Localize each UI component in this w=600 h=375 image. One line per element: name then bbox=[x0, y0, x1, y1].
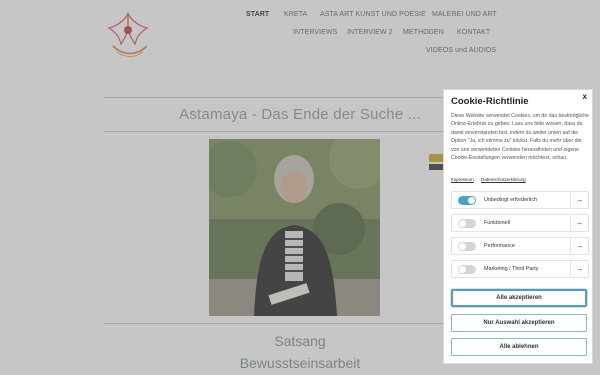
category-label: Marketing / Third Party bbox=[484, 266, 539, 272]
arrow-right-icon[interactable]: → bbox=[570, 192, 588, 208]
accept-all-button[interactable]: Alle akzeptieren bbox=[451, 289, 587, 307]
cookie-description: Diese Website verwendet Cookies, um dir … bbox=[451, 113, 590, 162]
arrow-right-icon[interactable]: → bbox=[570, 261, 588, 277]
cookie-links: Impressum Datenschutzerklärung bbox=[451, 177, 532, 182]
arrow-right-icon[interactable]: → bbox=[570, 215, 588, 231]
reject-all-button[interactable]: Alle ablehnen bbox=[451, 338, 587, 356]
arrow-right-icon[interactable]: → bbox=[570, 238, 588, 254]
toggle-necessary[interactable] bbox=[458, 196, 476, 205]
close-icon[interactable]: x bbox=[583, 92, 587, 101]
impressum-link[interactable]: Impressum bbox=[451, 177, 474, 182]
toggle-knob bbox=[459, 266, 466, 273]
toggle-performance[interactable] bbox=[458, 242, 476, 251]
toggle-knob bbox=[459, 243, 466, 250]
cookie-category-necessary[interactable]: Unbedingt erforderlich → bbox=[451, 191, 589, 209]
toggle-knob bbox=[468, 197, 475, 204]
cookie-dialog: x Cookie-Richtlinie Diese Website verwen… bbox=[443, 89, 593, 364]
datenschutz-link[interactable]: Datenschutzerklärung bbox=[481, 177, 526, 182]
toggle-functional[interactable] bbox=[458, 219, 476, 228]
category-label: Funktionell bbox=[484, 220, 511, 226]
toggle-knob bbox=[459, 220, 466, 227]
category-label: Performance bbox=[484, 243, 515, 249]
cookie-category-performance[interactable]: Performance → bbox=[451, 237, 589, 255]
cookie-category-functional[interactable]: Funktionell → bbox=[451, 214, 589, 232]
category-label: Unbedingt erforderlich bbox=[484, 197, 538, 203]
accept-selection-button[interactable]: Nur Auswahl akzeptieren bbox=[451, 314, 587, 332]
cookie-category-marketing[interactable]: Marketing / Third Party → bbox=[451, 260, 589, 278]
toggle-marketing[interactable] bbox=[458, 265, 476, 274]
cookie-title: Cookie-Richtlinie bbox=[451, 96, 529, 107]
